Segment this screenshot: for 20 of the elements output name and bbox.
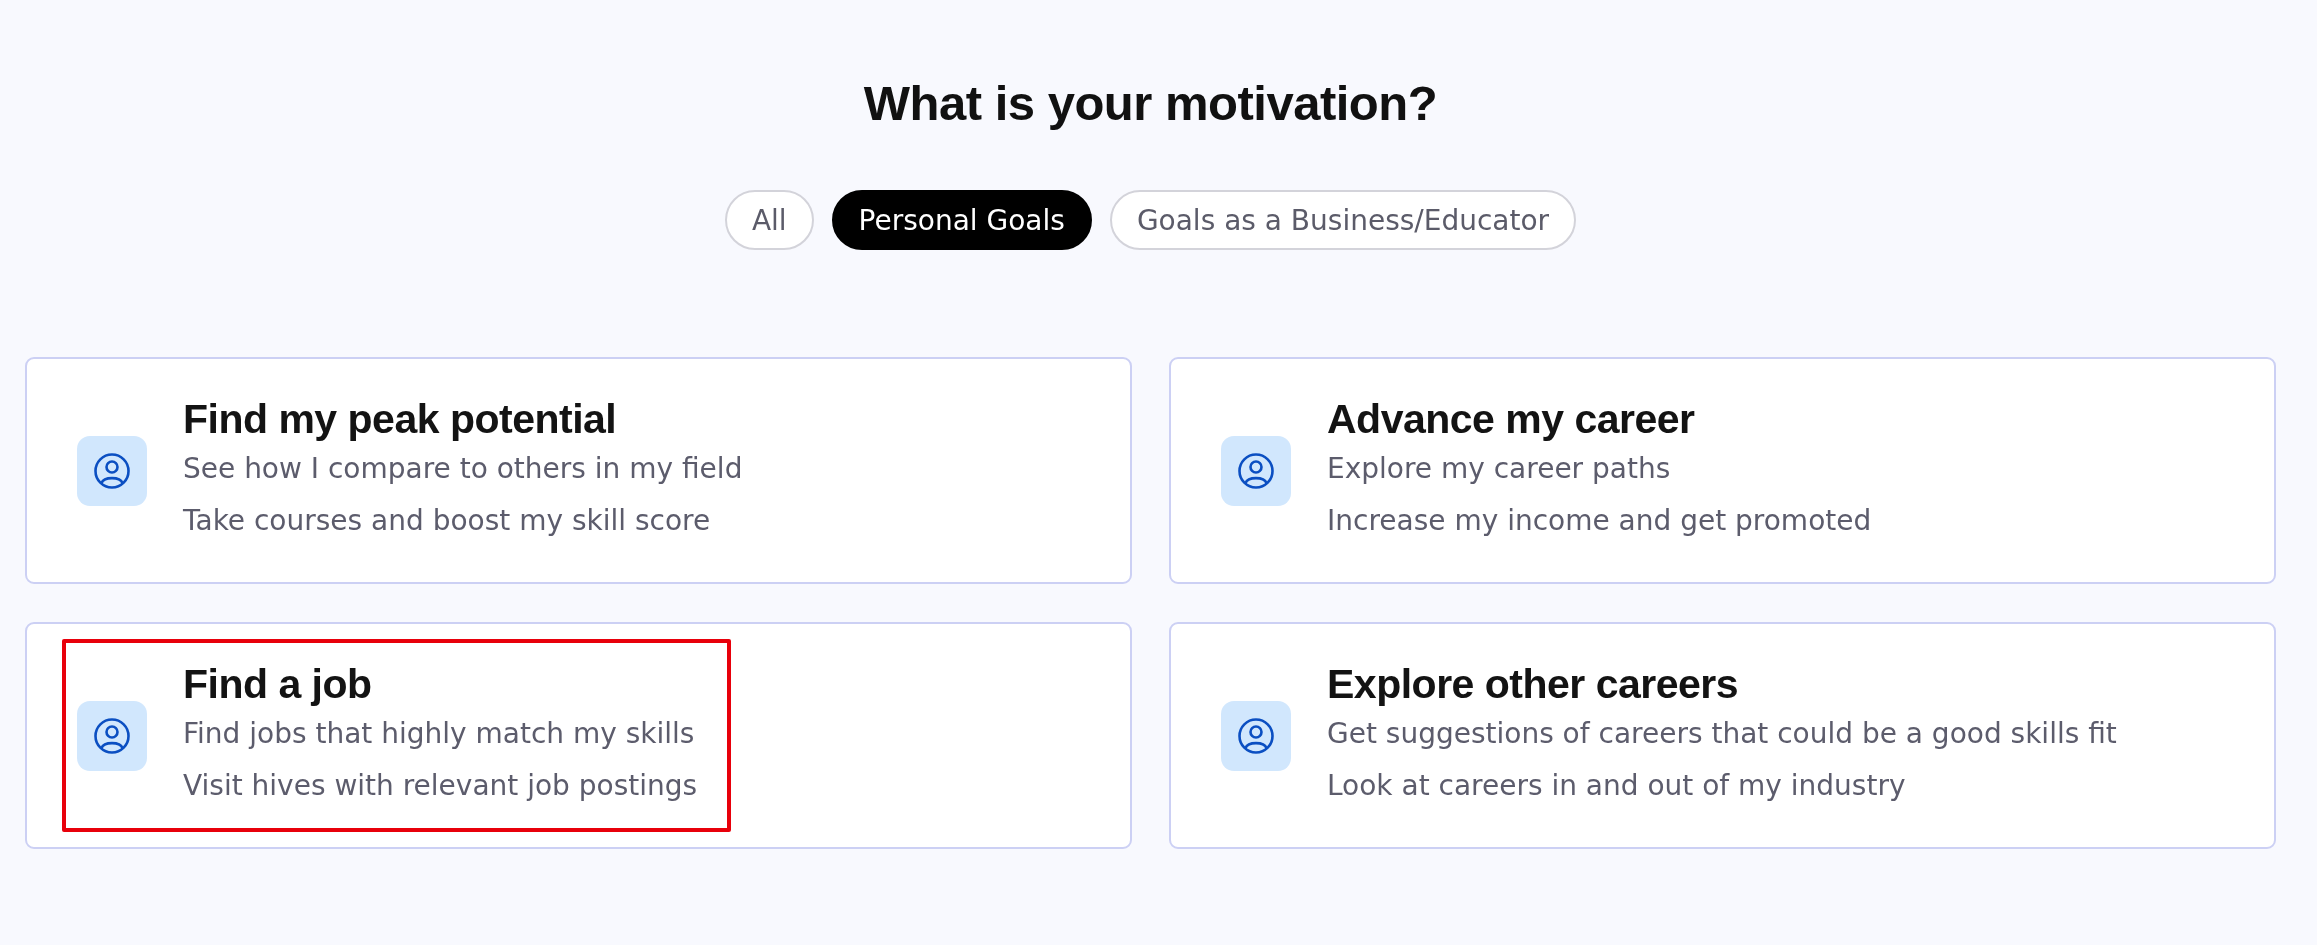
filter-tab[interactable]: All <box>724 190 814 250</box>
goal-title: Advance my career <box>1327 394 1696 443</box>
goal-description: Explore my career paths <box>1327 450 1672 487</box>
goal-description: Increase my income and get promoted <box>1327 502 1872 539</box>
goal-description: Get suggestions of careers that could be a good skills fit <box>1327 715 2117 752</box>
goal-card[interactable]: Find my peak potential See how I compare to others in my field Take courses and boost my skill score <box>25 357 1132 584</box>
goal-description: Look at careers in and out of my industry <box>1327 767 1907 804</box>
goal-card[interactable]: Advance my career Explore my career paths Increase my income and get promoted <box>1169 357 2276 584</box>
page-title: What is your motivation? <box>863 75 1438 131</box>
goal-card[interactable]: Find a job Find jobs that highly match my skills Visit hives with relevant job postings <box>25 622 1132 849</box>
goal-description: Visit hives with relevant job postings <box>183 767 698 804</box>
goal-title: Explore other careers <box>1327 659 1740 708</box>
filter-tab[interactable]: Personal Goals <box>831 190 1092 250</box>
goal-description: Take courses and boost my skill score <box>183 502 712 539</box>
goal-description: Find jobs that highly match my skills <box>183 715 696 752</box>
goal-title: Find my peak potential <box>183 394 618 443</box>
filter-tab[interactable]: Goals as a Business/Educator <box>1109 190 1577 250</box>
goal-description: See how I compare to others in my field <box>183 450 743 487</box>
goal-title: Find a job <box>183 659 373 708</box>
goal-card[interactable]: Explore other careers Get suggestions of careers that could be a good skills fit Look at careers in and out of my industry <box>1169 622 2276 849</box>
